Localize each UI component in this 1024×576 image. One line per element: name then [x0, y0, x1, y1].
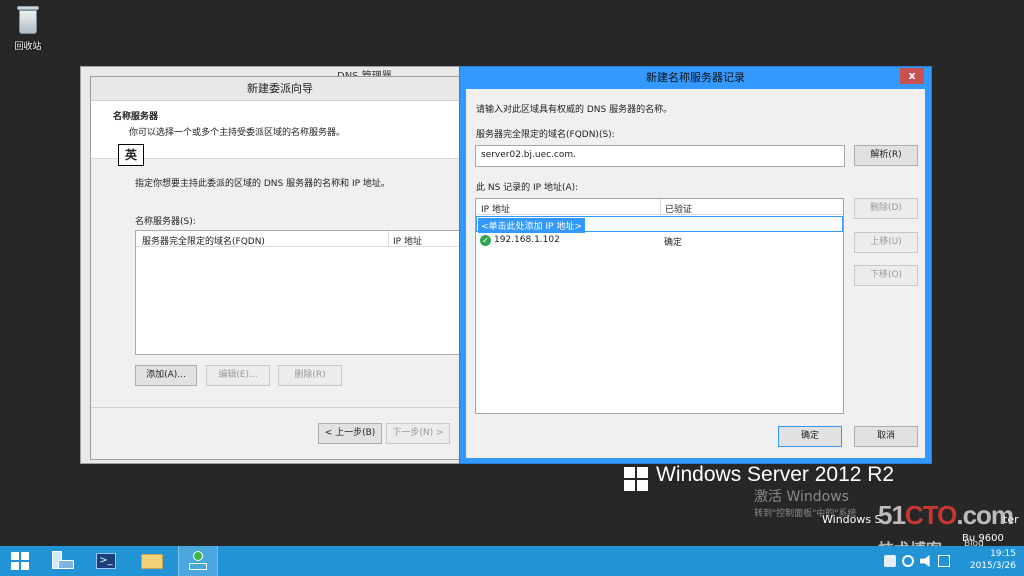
server-manager-icon[interactable]: [42, 546, 82, 576]
row-verified: 确定: [664, 238, 683, 248]
dialog-title-bar[interactable]: 新建名称服务器记录 x: [460, 67, 931, 89]
resolve-button[interactable]: 解析(R): [854, 145, 918, 166]
start-button[interactable]: [0, 546, 40, 576]
ok-button[interactable]: 确定: [778, 426, 842, 447]
os-brand-title: Windows Server 2012 R2: [656, 463, 895, 486]
recycle-bin-label: 回收站: [14, 42, 42, 52]
name-servers-list-header: 服务器完全限定的域名(FQDN) IP 地址: [136, 231, 474, 247]
volume-icon[interactable]: [920, 555, 930, 567]
wizard-title: 新建委派向导: [91, 77, 469, 101]
edit-button[interactable]: 编辑(E)...: [206, 365, 270, 386]
ime-indicator: 英: [118, 144, 144, 166]
network-icon[interactable]: [938, 555, 950, 567]
close-icon[interactable]: x: [900, 68, 924, 84]
taskbar: >_ 19:15 2015/3/26: [0, 546, 1024, 576]
name-servers-list[interactable]: 服务器完全限定的域名(FQDN) IP 地址: [135, 230, 475, 355]
clock-time: 19:15: [990, 549, 1016, 559]
ip-list-header: IP 地址 已验证: [476, 199, 843, 215]
ip-address-list[interactable]: IP 地址 已验证 <单击此处添加 IP 地址> ✓ 192.168.1.102…: [475, 198, 844, 414]
dns-manager-taskbar-icon[interactable]: [178, 546, 218, 576]
powershell-icon[interactable]: >_: [86, 546, 126, 576]
name-servers-label: 名称服务器(S):: [135, 217, 196, 227]
recycle-bin-icon: [15, 4, 41, 36]
column-header-verified[interactable]: 已验证: [665, 202, 692, 215]
action-center-icon[interactable]: [902, 555, 914, 567]
edition-text: Windows S: [822, 513, 882, 526]
system-tray: 19:15 2015/3/26: [874, 546, 1024, 576]
fqdn-input[interactable]: server02.bj.uec.com.: [475, 145, 845, 167]
watermark-main-1: 51: [878, 500, 906, 530]
move-up-button[interactable]: 上移(U): [854, 232, 918, 253]
clock[interactable]: 19:15 2015/3/26: [970, 548, 1016, 572]
new-delegation-wizard: 新建委派向导 名称服务器 你可以选择一个或多个主持受委派区域的名称服务器。 指定…: [90, 76, 475, 460]
cancel-button[interactable]: 取消: [854, 426, 918, 447]
add-ip-placeholder[interactable]: <单击此处添加 IP 地址>: [478, 218, 585, 233]
row-ip: 192.168.1.102: [494, 235, 560, 245]
add-ip-row[interactable]: <单击此处添加 IP 地址>: [476, 216, 843, 233]
watermark-main-3: .com: [956, 500, 1014, 530]
move-down-button[interactable]: 下移(O): [854, 265, 918, 286]
check-icon: ✓: [480, 235, 491, 246]
dialog-title: 新建名称服务器记录: [646, 71, 745, 84]
watermark-main-2: CTO: [904, 500, 957, 530]
file-explorer-icon[interactable]: [132, 546, 172, 576]
ime-tray-icon[interactable]: [884, 555, 896, 567]
column-header-ip[interactable]: IP 地址: [393, 234, 422, 247]
new-ns-record-dialog: 新建名称服务器记录 x 请输入对此区域具有权威的 DNS 服务器的名称。 服务器…: [459, 66, 932, 464]
watermark-main: 51CTO.com: [878, 500, 1014, 531]
delete-button[interactable]: 删除(R): [278, 365, 342, 386]
dialog-client: 请输入对此区域具有权威的 DNS 服务器的名称。 服务器完全限定的域名(FQDN…: [466, 89, 925, 458]
wizard-header-title: 名称服务器: [113, 112, 159, 122]
back-button[interactable]: < 上一步(B): [318, 423, 382, 444]
windows-logo-icon: [624, 467, 648, 491]
wizard-instruction: 指定你想要主持此委派的区域的 DNS 服务器的名称和 IP 地址。: [135, 179, 390, 189]
ip-list-label: 此 NS 记录的 IP 地址(A):: [476, 183, 579, 193]
next-button[interactable]: 下一步(N) >: [386, 423, 450, 444]
fqdn-label: 服务器完全限定的域名(FQDN)(S):: [476, 130, 615, 140]
add-button[interactable]: 添加(A)...: [135, 365, 197, 386]
dialog-intro: 请输入对此区域具有权威的 DNS 服务器的名称。: [476, 105, 673, 115]
table-row[interactable]: ✓ 192.168.1.102 确定: [480, 235, 840, 249]
delete-ip-button[interactable]: 删除(D): [854, 198, 918, 219]
clock-date: 2015/3/26: [969, 561, 1016, 571]
wizard-header: 名称服务器 你可以选择一个或多个主持受委派区域的名称服务器。: [91, 101, 469, 159]
column-header-ip[interactable]: IP 地址: [481, 202, 510, 215]
activation-title: 激活 Windows: [754, 489, 849, 505]
wizard-header-desc: 你可以选择一个或多个主持受委派区域的名称服务器。: [129, 128, 346, 138]
column-header-fqdn[interactable]: 服务器完全限定的域名(FQDN): [142, 234, 265, 247]
recycle-bin[interactable]: 回收站: [8, 4, 48, 52]
